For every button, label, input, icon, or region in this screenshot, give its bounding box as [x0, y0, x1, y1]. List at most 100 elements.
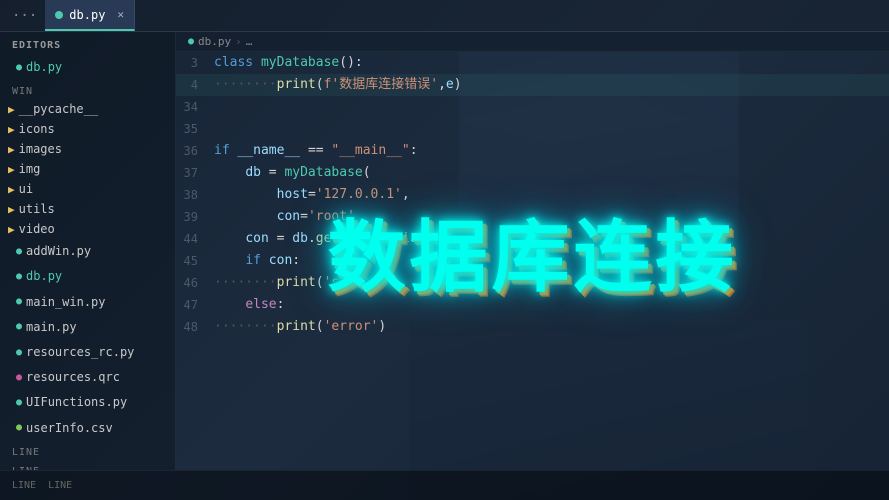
code-line-48: 48 ········print('error')	[176, 316, 889, 338]
line-num-4: 4	[176, 74, 214, 96]
tab-py-icon	[55, 11, 63, 19]
line-num-45: 45	[176, 250, 214, 272]
breadcrumb-py-icon: ●	[188, 36, 194, 47]
line-content-37: db = myDatabase(	[214, 162, 889, 184]
win-section-title: WIN	[0, 80, 175, 99]
tab-db-py[interactable]: db.py ✕	[45, 0, 135, 31]
editors-section-title: EDITORS	[0, 32, 175, 55]
line-num-46: 46	[176, 272, 214, 294]
sidebar-folder-pycache[interactable]: ▶ __pycache__	[0, 99, 175, 119]
folder-utils-label: utils	[19, 202, 55, 216]
csv-icon: ●	[16, 420, 22, 436]
sidebar-file-resources-qrc[interactable]: ● resources.qrc	[0, 365, 175, 390]
line-content-45: if con:	[214, 250, 889, 272]
py-icon: ●	[16, 395, 22, 411]
sidebar-file-mainwin[interactable]: ● main_win.py	[0, 290, 175, 315]
line-content-36: if __name__ == "__main__":	[214, 140, 889, 162]
sidebar-folder-video[interactable]: ▶ video	[0, 219, 175, 239]
sidebar-folder-icons[interactable]: ▶ icons	[0, 119, 175, 139]
tab-db-py-label: db.py	[69, 8, 105, 22]
bottom-line-1: LINE	[0, 441, 175, 460]
sidebar-resources-rc-label: resources_rc.py	[26, 343, 134, 362]
sidebar-db-py-label: db.py	[26, 58, 62, 77]
sidebar-mainwin-label: main_win.py	[26, 293, 105, 312]
py-icon: ●	[16, 60, 22, 76]
line-num-34: 34	[176, 96, 214, 118]
breadcrumb-sep: ›	[235, 35, 242, 48]
code-line-45: 45 if con:	[176, 250, 889, 272]
sidebar-folder-ui[interactable]: ▶ ui	[0, 179, 175, 199]
line-content-46: ········print('succ')	[214, 272, 889, 294]
sidebar-folder-images[interactable]: ▶ images	[0, 139, 175, 159]
folder-img-label: img	[19, 162, 41, 176]
code-editor[interactable]: 3 class myDatabase(): 4 ········print(f'…	[176, 52, 889, 470]
sidebar-main-label: main.py	[26, 318, 77, 337]
code-line-4: 4 ········print(f'数据库连接错误',e)	[176, 74, 889, 96]
sidebar-addwin-label: addWin.py	[26, 242, 91, 261]
py-icon: ●	[16, 244, 22, 260]
sidebar-userinfo-label: userInfo.csv	[26, 419, 113, 438]
sidebar-file-uifunctions[interactable]: ● UIFunctions.py	[0, 390, 175, 415]
line-num-44: 44	[176, 228, 214, 250]
ide-body: EDITORS ● db.py WIN ▶ __pycache__ ▶ icon…	[0, 32, 889, 470]
line-num-47: 47	[176, 294, 214, 316]
breadcrumb: ● db.py › …	[176, 32, 889, 52]
folder-icon: ▶	[8, 183, 15, 196]
line-content-48: ········print('error')	[214, 316, 889, 338]
code-line-46: 46 ········print('succ')	[176, 272, 889, 294]
code-line-37: 37 db = myDatabase(	[176, 162, 889, 184]
folder-icons-label: icons	[19, 122, 55, 136]
line-content-4: ········print(f'数据库连接错误',e)	[214, 74, 889, 96]
folder-icon: ▶	[8, 143, 15, 156]
sidebar-uifunctions-label: UIFunctions.py	[26, 393, 127, 412]
code-line-3: 3 class myDatabase():	[176, 52, 889, 74]
py-icon: ●	[16, 294, 22, 310]
sidebar-db-label: db.py	[26, 267, 62, 286]
folder-ui-label: ui	[19, 182, 33, 196]
breadcrumb-file: db.py	[198, 35, 231, 48]
line-num-39: 39	[176, 206, 214, 228]
line-num-3: 3	[176, 52, 214, 74]
code-line-47: 47 else:	[176, 294, 889, 316]
bottom-item-1: LINE	[12, 480, 36, 491]
line-num-38: 38	[176, 184, 214, 206]
folder-icon: ▶	[8, 203, 15, 216]
sidebar-folder-utils[interactable]: ▶ utils	[0, 199, 175, 219]
sidebar: EDITORS ● db.py WIN ▶ __pycache__ ▶ icon…	[0, 32, 176, 470]
tab-more-button[interactable]: ···	[4, 8, 45, 24]
editor-area: ● db.py › … 3 class myDatabase(): 4 ····…	[176, 32, 889, 470]
bottom-line-2: LINE	[0, 460, 175, 470]
py-icon: ●	[16, 269, 22, 285]
line-content-47: else:	[214, 294, 889, 316]
ide-container: ··· db.py ✕ EDITORS ● db.py WIN ▶ __pyca…	[0, 0, 889, 500]
line-content-3: class myDatabase():	[214, 52, 889, 74]
folder-images-label: images	[19, 142, 62, 156]
folder-icon: ▶	[8, 103, 15, 116]
sidebar-folder-img[interactable]: ▶ img	[0, 159, 175, 179]
tab-bar: ··· db.py ✕	[0, 0, 889, 32]
py-icon: ●	[16, 345, 22, 361]
code-line-35: 35	[176, 118, 889, 140]
folder-icon: ▶	[8, 123, 15, 136]
line-content-44: con = db.get_connection()	[214, 228, 889, 250]
sidebar-file-resources-rc[interactable]: ● resources_rc.py	[0, 340, 175, 365]
sidebar-file-addwin[interactable]: ● addWin.py	[0, 239, 175, 264]
sidebar-resources-qrc-label: resources.qrc	[26, 368, 120, 387]
sidebar-file-db-py-active[interactable]: ● db.py	[0, 55, 175, 80]
code-line-34: 34	[176, 96, 889, 118]
code-line-44: 44 con = db.get_connection()	[176, 228, 889, 250]
sidebar-file-userinfo[interactable]: ● userInfo.csv	[0, 416, 175, 441]
bottom-bar: LINE LINE	[0, 470, 889, 500]
folder-icon: ▶	[8, 223, 15, 236]
qrc-icon: ●	[16, 370, 22, 386]
line-content-38: host='127.0.0.1',	[214, 184, 889, 206]
code-line-36: 36 if __name__ == "__main__":	[176, 140, 889, 162]
py-icon: ●	[16, 319, 22, 335]
line-content-39: con='root'	[214, 206, 889, 228]
line-num-36: 36	[176, 140, 214, 162]
sidebar-file-db[interactable]: ● db.py	[0, 264, 175, 289]
line-num-37: 37	[176, 162, 214, 184]
sidebar-file-main[interactable]: ● main.py	[0, 315, 175, 340]
line-num-35: 35	[176, 118, 214, 140]
tab-close-icon[interactable]: ✕	[117, 8, 124, 21]
